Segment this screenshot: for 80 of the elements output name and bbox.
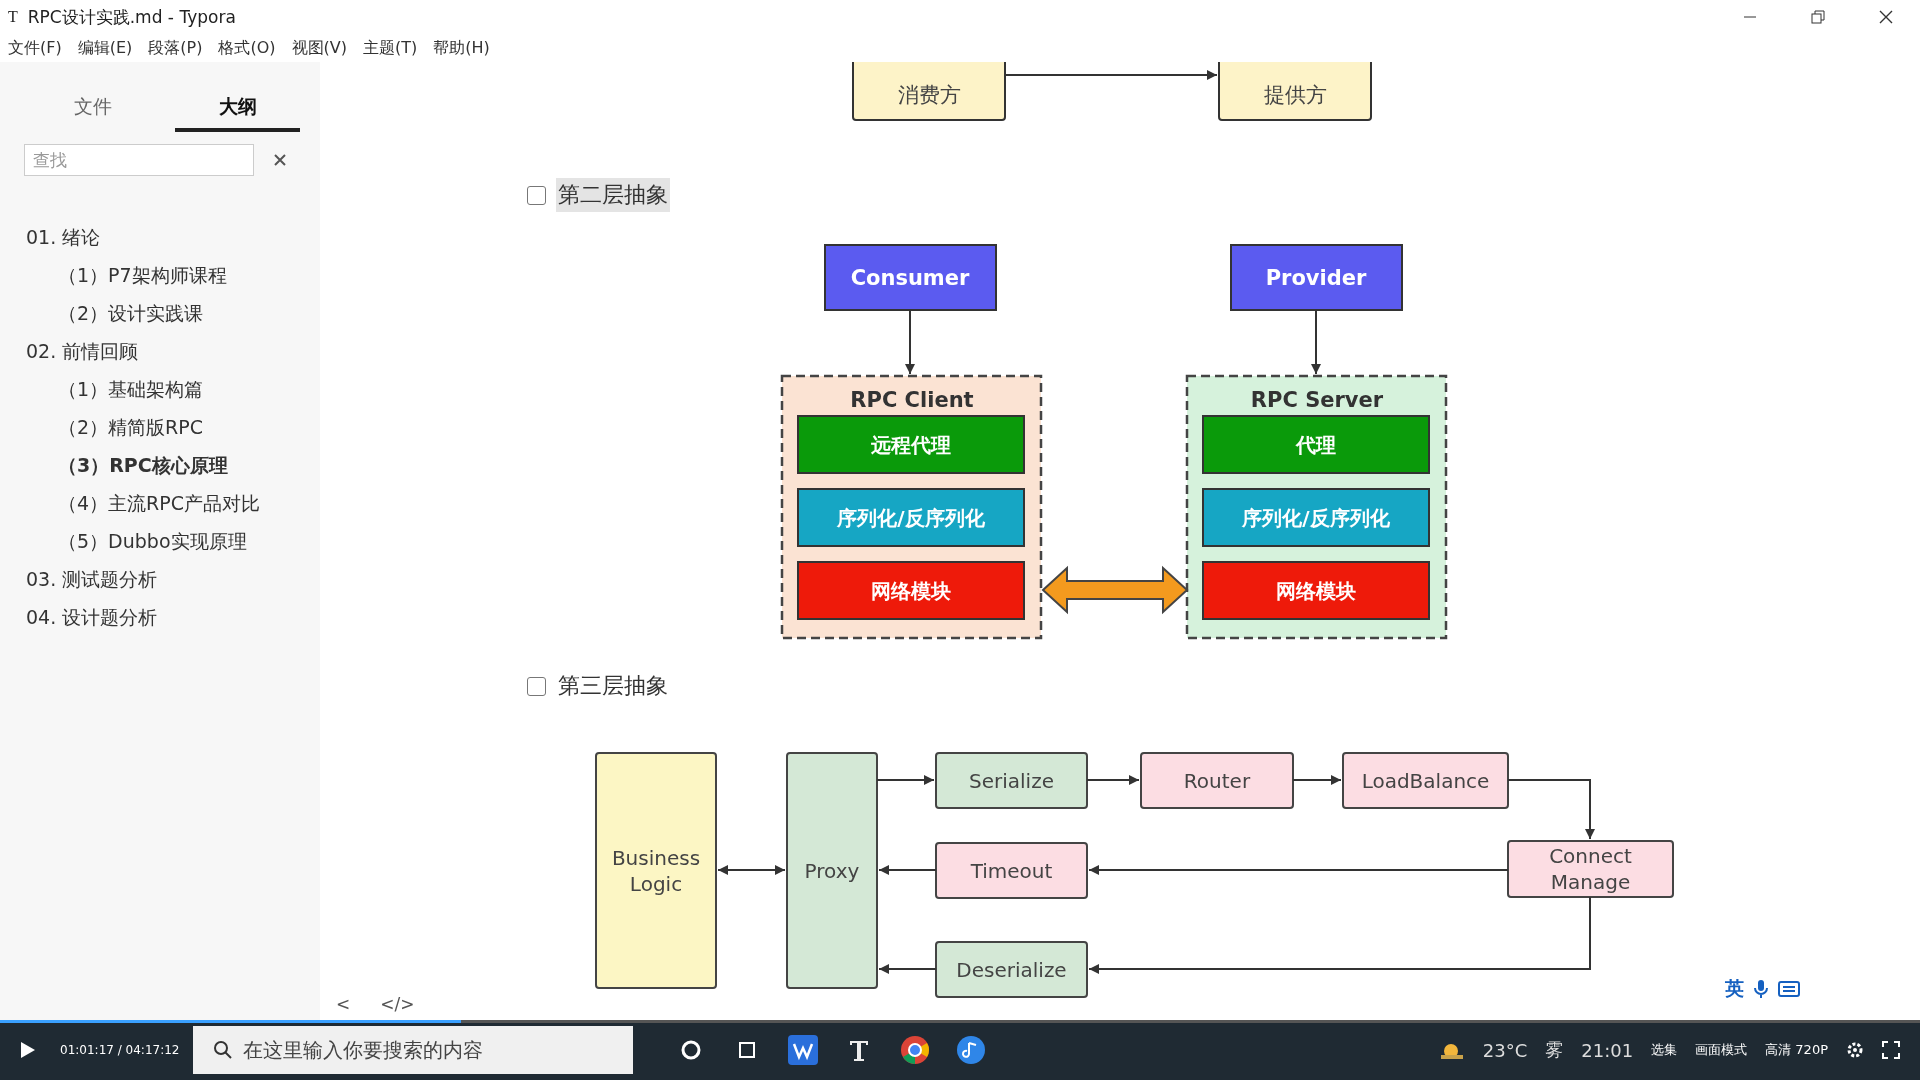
arrow <box>1311 309 1321 375</box>
arrow <box>878 865 937 875</box>
sidebar-tab[interactable]: 大纲 <box>175 86 300 132</box>
menu-item[interactable]: 视图(V) <box>291 34 355 62</box>
module-title: RPC Server <box>1250 388 1384 412</box>
outline-item[interactable]: （5）Dubbo实现原理 <box>26 522 320 560</box>
diagram-node: 消费方 <box>852 62 1006 121</box>
outline-item[interactable]: （1）P7架构师课程 <box>26 256 320 294</box>
play-icon[interactable] <box>19 1040 37 1060</box>
player-button[interactable]: 选集 <box>1651 1041 1678 1059</box>
player-button[interactable]: 高清 720P <box>1765 1041 1828 1059</box>
close-icon[interactable] <box>1878 9 1894 25</box>
outline-item[interactable]: 01. 绪论 <box>26 218 320 256</box>
layer-block: 代理 <box>1202 415 1430 474</box>
browser-icon[interactable] <box>900 1035 931 1065</box>
weather-text: 雾 <box>1545 1038 1564 1062</box>
cortana-icon[interactable] <box>680 1039 703 1061</box>
arrow <box>876 775 935 785</box>
flow-node: Connect Manage <box>1507 840 1674 898</box>
clock: 21:01 <box>1581 1039 1634 1061</box>
outline-item[interactable]: （3）RPC核心原理 <box>26 446 320 484</box>
progress-track[interactable] <box>0 1020 1920 1023</box>
outline-item[interactable]: （4）主流RPC产品对比 <box>26 484 320 522</box>
outline-item[interactable]: 04. 设计题分析 <box>26 598 320 636</box>
sidebar-tab[interactable]: 文件 <box>30 86 155 132</box>
menu-item[interactable]: 格式(O) <box>218 34 284 62</box>
flow-node: LoadBalance <box>1342 752 1509 809</box>
flow-node: Business Logic <box>595 752 717 989</box>
flow-node: Proxy <box>786 752 878 989</box>
role-box: Provider <box>1230 244 1403 311</box>
arrow <box>1086 775 1140 785</box>
arrow <box>1292 775 1342 785</box>
layer-block: 序列化/反序列化 <box>797 488 1025 547</box>
diagram-node: 提供方 <box>1218 62 1372 121</box>
keyboard-icon <box>1778 981 1800 997</box>
outline-item[interactable]: （2）精简版RPC <box>26 408 320 446</box>
flow-node: Router <box>1140 752 1294 809</box>
arrow <box>717 865 786 875</box>
arrow <box>878 964 937 974</box>
player-button[interactable]: 画面模式 <box>1695 1041 1748 1059</box>
flow-node: Deserialize <box>935 941 1088 998</box>
footer-button[interactable]: </> <box>380 994 415 1014</box>
microphone-icon <box>1752 979 1770 999</box>
menu-item[interactable]: 段落(P) <box>148 34 211 62</box>
document-app-icon[interactable] <box>788 1035 819 1065</box>
layer-block: 网络模块 <box>1202 561 1430 620</box>
search-field[interactable]: 查找 <box>24 144 254 176</box>
settings-icon[interactable] <box>1846 1041 1864 1059</box>
flow-node: Serialize <box>935 752 1088 809</box>
playback-time: 01:01:17 / 04:17:12 <box>60 1043 180 1057</box>
layer-block: 序列化/反序列化 <box>1202 488 1430 547</box>
outline-item[interactable]: 03. 测试题分析 <box>26 560 320 598</box>
menu-item[interactable]: 主题(T) <box>362 34 426 62</box>
menu-item[interactable]: 帮助(H) <box>433 34 498 62</box>
layer-block: 网络模块 <box>797 561 1025 620</box>
flow-node: Timeout <box>935 842 1088 899</box>
music-app-icon[interactable] <box>956 1035 987 1065</box>
layer-block: 远程代理 <box>797 415 1025 474</box>
task-text: 第三层抽象 <box>557 672 669 700</box>
outline-item[interactable]: 02. 前情回顾 <box>26 332 320 370</box>
task-checkbox[interactable] <box>527 185 546 205</box>
window-title: RPC设计实践.md - Typora <box>27 5 236 29</box>
menu-item[interactable]: 文件(F) <box>8 34 70 62</box>
temperature: 23°C <box>1482 1039 1528 1061</box>
taskbar-search[interactable]: 在这里输入你要搜索的内容 <box>193 1026 634 1074</box>
outline-item[interactable]: （1）基础架构篇 <box>26 370 320 408</box>
module-title: RPC Client <box>850 388 974 412</box>
close-icon[interactable] <box>272 152 288 168</box>
task-checkbox[interactable] <box>527 676 546 696</box>
role-box: Consumer <box>824 244 997 311</box>
arrow <box>905 309 915 375</box>
search-icon <box>213 1040 234 1060</box>
outline-item[interactable]: （2）设计实践课 <box>26 294 320 332</box>
menu-item[interactable]: 编辑(E) <box>77 34 141 62</box>
fullscreen-icon[interactable] <box>1882 1041 1900 1059</box>
app-icon: T <box>8 8 18 26</box>
restore-icon[interactable] <box>1810 9 1826 25</box>
task-text: 第二层抽象 <box>556 178 670 212</box>
footer-button[interactable]: < <box>336 994 351 1014</box>
ime-mode[interactable]: 英 <box>1725 976 1744 1002</box>
